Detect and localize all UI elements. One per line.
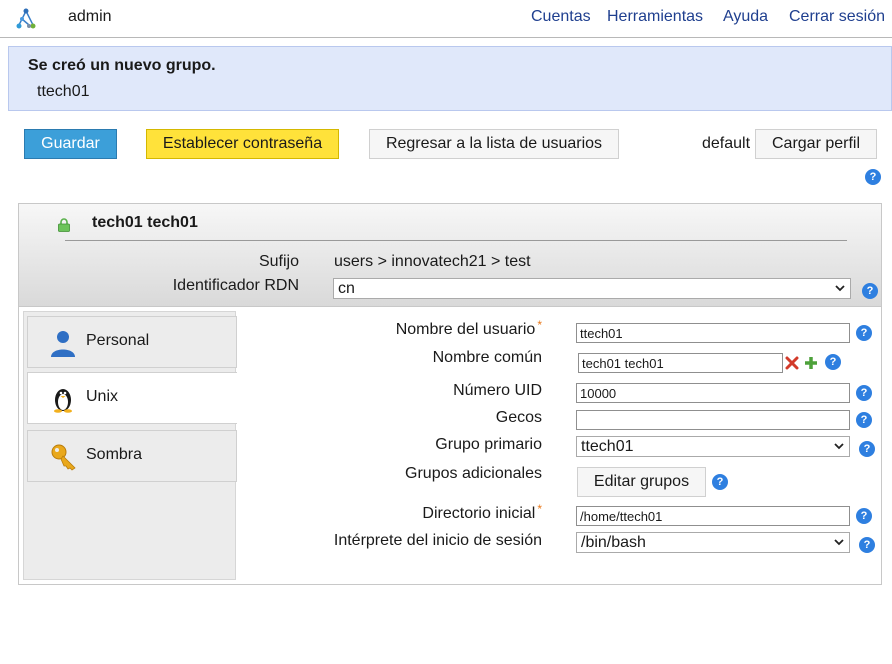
help-icon[interactable]: ? [825,354,841,370]
uid-input[interactable]: 10000 [576,383,850,403]
gecos-input[interactable] [576,410,850,430]
add-icon[interactable] [804,356,818,370]
gecos-label: Gecos [495,409,542,426]
common-name-label: Nombre común [432,349,542,366]
uid-label: Número UID [453,382,542,399]
help-icon[interactable]: ? [856,412,872,428]
home-dir-label: Directorio inicial * [422,502,542,522]
rdn-select[interactable]: cn [333,278,851,299]
profile-name: default [702,135,751,152]
help-icon[interactable]: ? [856,508,872,524]
app-logo-icon[interactable] [14,7,38,31]
nav-tools[interactable]: Herramientas [607,8,703,26]
login-shell-label: Intérprete del inicio de sesión [333,532,542,549]
lock-icon [58,218,70,232]
login-shell-value: /bin/bash [581,533,646,551]
info-message: Se creó un nuevo grupo. ttech01 [8,46,892,111]
required-mark: * [537,502,542,516]
account-title: tech01 tech01 [92,214,198,231]
message-title: Se creó un nuevo grupo. [28,57,216,74]
primary-group-select[interactable]: ttech01 [576,436,850,457]
tab-label: Sombra [86,446,143,463]
tab-label: Unix [86,388,119,405]
tab-shadow[interactable]: Sombra [27,430,237,482]
username-label: Nombre del usuario * [395,318,542,338]
nav-logout[interactable]: Cerrar sesión [789,8,885,26]
rdn-label: Identificador RDN [172,277,299,294]
username-input[interactable]: ttech01 [576,323,850,343]
help-icon[interactable]: ? [862,283,878,299]
load-profile-button[interactable]: Cargar perfil [755,129,877,159]
logged-in-user: admin [68,8,112,25]
chevron-down-icon [834,443,844,450]
primary-group-label: Grupo primario [435,436,542,453]
primary-group-value: ttech01 [581,437,634,455]
save-button[interactable]: Guardar [24,129,117,159]
divider [65,240,847,241]
help-icon[interactable]: ? [856,385,872,401]
top-bar: admin Cuentas Herramientas Ayuda Cerrar … [0,0,892,38]
edit-groups-button[interactable]: Editar grupos [577,467,706,497]
home-dir-input[interactable]: /home/ttech01 [576,506,850,526]
tab-unix[interactable]: Unix [27,372,237,424]
help-icon[interactable]: ? [856,325,872,341]
nav-help[interactable]: Ayuda [723,8,768,26]
help-icon[interactable]: ? [712,474,728,490]
common-name-input[interactable]: tech01 tech01 [578,353,783,373]
additional-groups-label: Grupos adicionales [405,465,542,482]
required-mark: * [537,318,542,332]
chevron-down-icon [834,539,844,546]
penguin-icon [54,389,72,413]
rdn-select-value: cn [338,279,355,297]
suffix-label: Sufijo [258,253,299,270]
key-icon [51,444,76,471]
suffix-value: users > innovatech21 > test [334,253,531,270]
tab-label: Personal [86,332,150,349]
chevron-down-icon [835,285,845,292]
back-to-user-list-button[interactable]: Regresar a la lista de usuarios [369,129,619,159]
help-icon[interactable]: ? [859,441,875,457]
nav-accounts[interactable]: Cuentas [531,8,591,26]
help-icon[interactable]: ? [859,537,875,553]
set-password-button[interactable]: Establecer contraseña [146,129,339,159]
person-icon [51,331,75,357]
login-shell-select[interactable]: /bin/bash [576,532,850,553]
delete-icon[interactable] [785,356,799,370]
help-icon[interactable]: ? [865,169,881,185]
tab-personal[interactable]: Personal [27,316,237,368]
account-header: tech01 tech01 Sufijo users > innovatech2… [18,203,882,307]
message-text: ttech01 [37,83,90,100]
